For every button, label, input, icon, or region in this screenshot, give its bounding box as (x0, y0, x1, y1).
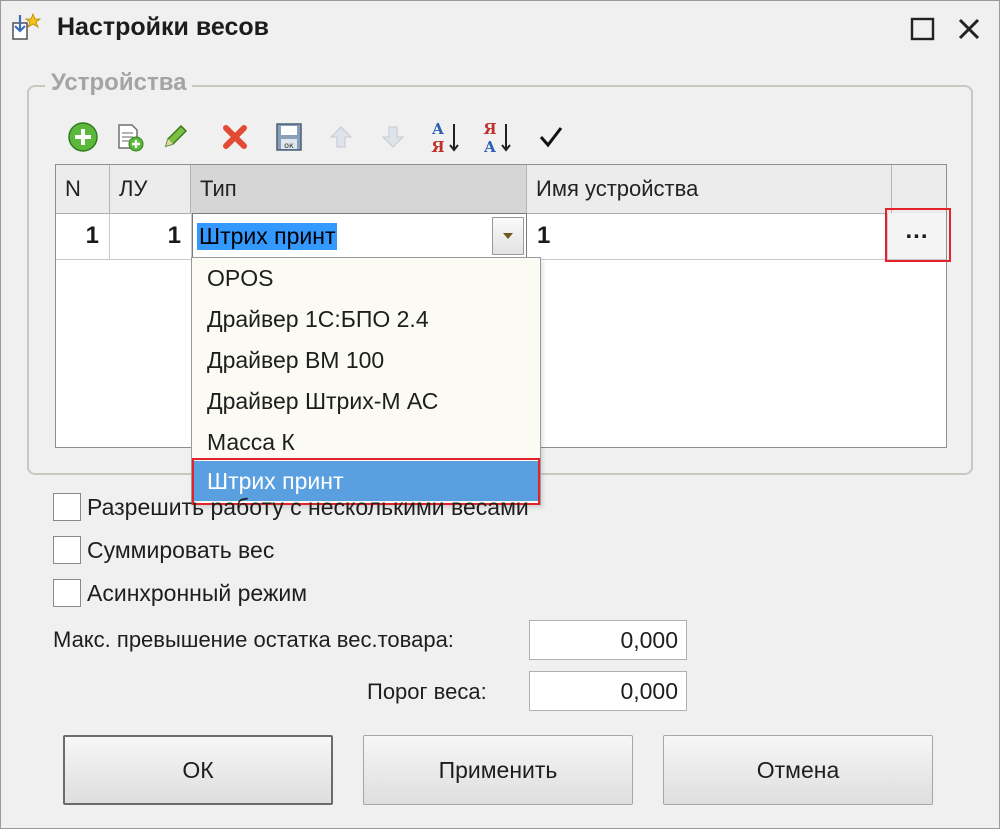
edit-icon (164, 124, 188, 148)
type-combobox[interactable]: Штрих принт (192, 213, 527, 259)
add-icon (68, 122, 98, 152)
add-button[interactable] (63, 117, 103, 157)
move-down-button[interactable] (373, 117, 413, 157)
window-title: Настройки весов (57, 13, 269, 41)
dropdown-option-opos[interactable]: OPOS (193, 258, 539, 298)
table-header: N ЛУ Тип Имя устройства (56, 165, 946, 214)
svg-text:A: A (483, 138, 496, 156)
maximize-icon[interactable] (907, 13, 939, 45)
check-icon (539, 127, 563, 148)
max-excess-input[interactable]: 0,000 (529, 620, 687, 660)
dropdown-option-massa-k[interactable]: Масса К (193, 422, 539, 462)
column-header-n[interactable]: N (56, 165, 110, 213)
sort-ascending-button[interactable]: A Я (425, 117, 465, 157)
cancel-button[interactable]: Отмена (663, 735, 933, 805)
close-icon[interactable] (953, 13, 985, 45)
sort-desc-icon: Я A (483, 120, 511, 156)
cell-device-name[interactable]: 1 (527, 213, 888, 259)
async-mode-checkbox-row: Асинхронный режим (53, 577, 307, 609)
apply-button[interactable]: Применить (363, 735, 633, 805)
column-header-type[interactable]: Тип (191, 165, 527, 213)
delete-button[interactable] (215, 117, 255, 157)
sum-weight-checkbox-row: Суммировать вес (53, 534, 274, 566)
type-dropdown-list: OPOS Драйвер 1С:БПО 2.4 Драйвер ВМ 100 Д… (191, 257, 541, 505)
move-up-button[interactable] (321, 117, 361, 157)
svg-text:Я: Я (431, 138, 444, 156)
cell-lu[interactable]: 1 (110, 213, 192, 259)
svg-text:Я: Я (483, 120, 496, 138)
save-button[interactable]: ок (269, 117, 309, 157)
sum-weight-label: Суммировать вес (87, 536, 275, 563)
dropdown-option-driver-shtrih-m[interactable]: Драйвер Штрих-М АС (193, 381, 539, 421)
column-header-extra (892, 165, 946, 213)
delete-icon (223, 125, 247, 149)
chevron-down-icon (503, 233, 513, 239)
check-button[interactable] (531, 117, 571, 157)
sum-weight-checkbox[interactable] (53, 536, 81, 564)
settings-window-icon (12, 12, 42, 40)
type-combobox-value[interactable]: Штрих принт (197, 223, 338, 250)
scales-settings-dialog: Настройки весов Устройства ок A Я Я A N … (0, 0, 1000, 829)
column-header-lu[interactable]: ЛУ (110, 165, 191, 213)
move-down-icon (381, 126, 405, 148)
weight-threshold-input[interactable]: 0,000 (529, 671, 687, 711)
combobox-dropdown-button[interactable] (492, 217, 524, 255)
dropdown-option-driver-bpo[interactable]: Драйвер 1С:БПО 2.4 (193, 299, 539, 339)
save-icon: ок (276, 123, 302, 151)
max-excess-label: Макс. превышение остатка вес.товара: (53, 627, 454, 652)
move-up-icon (329, 126, 353, 148)
async-mode-label: Асинхронный режим (87, 579, 308, 606)
device-settings-button[interactable]: ... (888, 213, 946, 259)
svg-text:ок: ок (284, 141, 294, 150)
copy-icon (118, 124, 144, 152)
column-header-device-name[interactable]: Имя устройства (527, 165, 892, 213)
multi-scales-checkbox[interactable] (53, 493, 81, 521)
sort-descending-button[interactable]: Я A (477, 117, 517, 157)
edit-button[interactable] (155, 117, 195, 157)
table-row[interactable]: 1 1 Штрих принт 1 ... (56, 213, 946, 260)
dropdown-option-driver-vm100[interactable]: Драйвер ВМ 100 (193, 340, 539, 380)
weight-threshold-label: Порог веса: (367, 679, 487, 704)
async-mode-checkbox[interactable] (53, 579, 81, 607)
devices-group-legend: Устройства (45, 69, 193, 97)
sort-asc-icon: A Я (431, 120, 459, 156)
cell-n[interactable]: 1 (56, 213, 110, 259)
svg-text:A: A (431, 120, 444, 138)
copy-button[interactable] (109, 117, 149, 157)
ok-button[interactable]: ОК (63, 735, 333, 805)
multi-scales-checkbox-row: Разрешить работу с несколькими весами (53, 491, 529, 523)
title-bar: Настройки весов (1, 1, 999, 57)
multi-scales-label: Разрешить работу с несколькими весами (87, 493, 529, 520)
